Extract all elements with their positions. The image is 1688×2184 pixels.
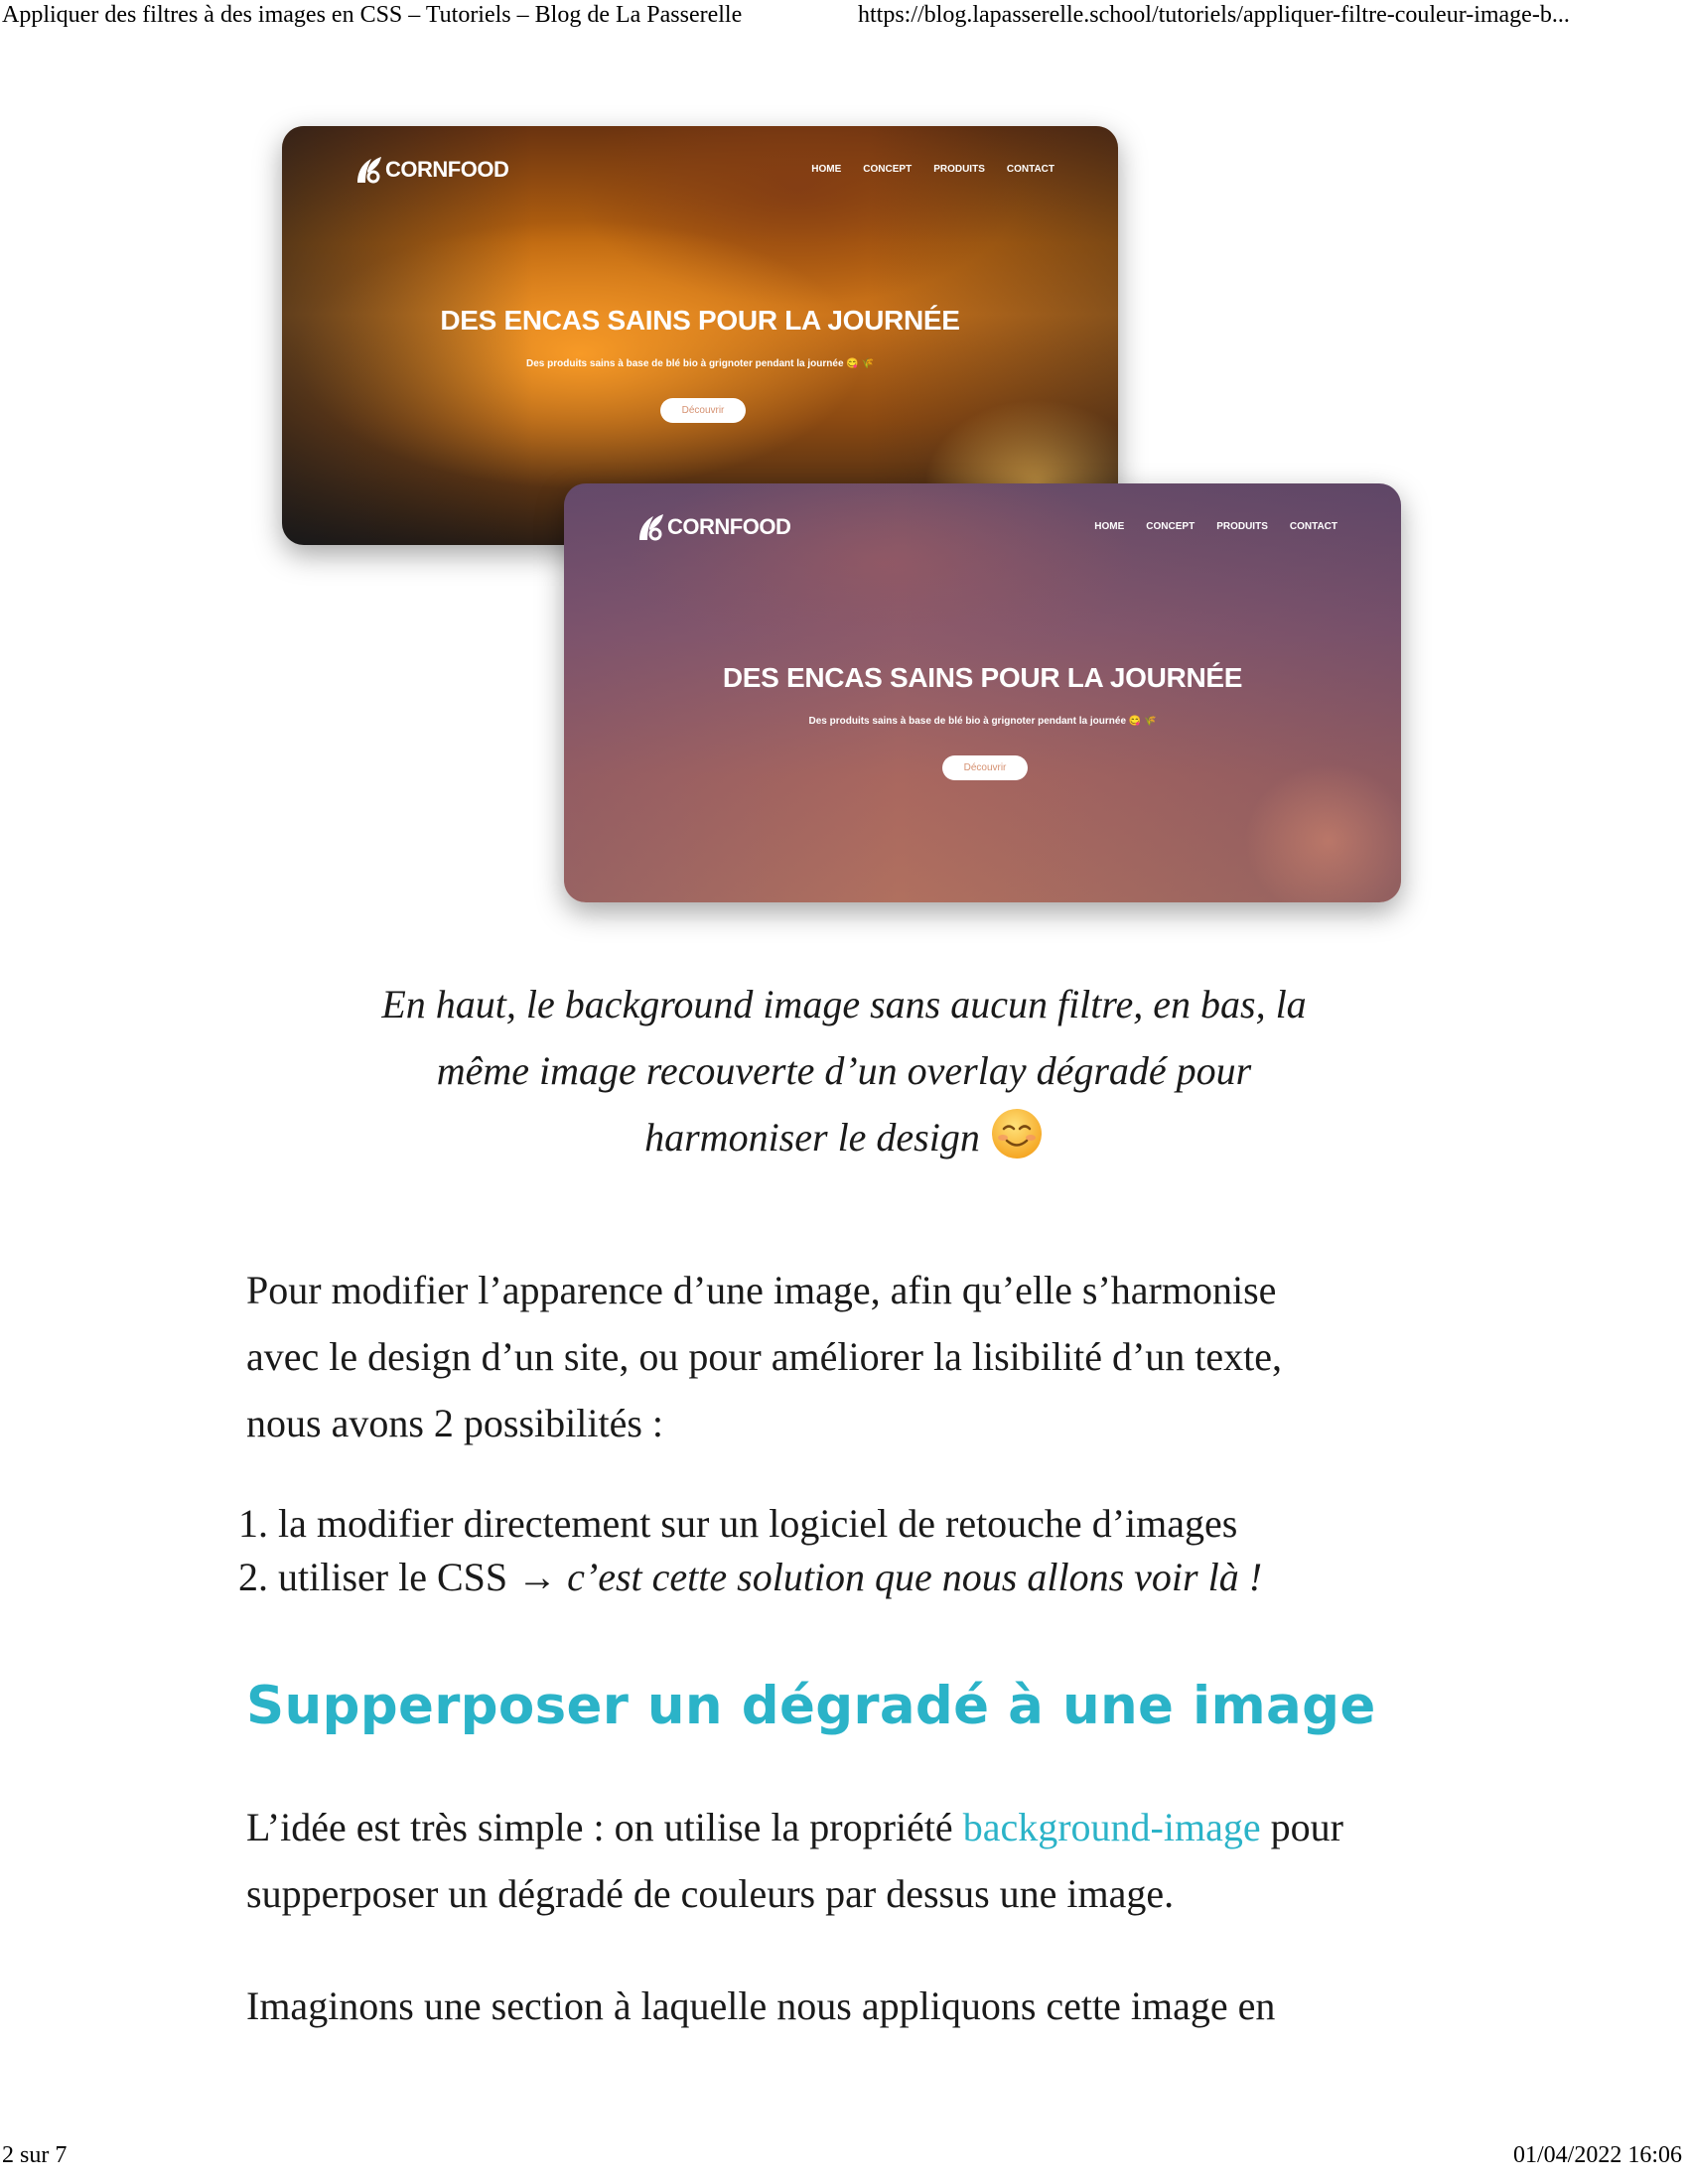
page-number: 2 sur 7 [2, 2142, 68, 2168]
background-image-link[interactable]: background-image [963, 1805, 1261, 1849]
nav-produits[interactable]: PRODUITS [1216, 521, 1268, 532]
list-number: 2. [238, 1555, 268, 1599]
nav-home[interactable]: HOME [811, 164, 841, 175]
screenshot-with-overlay: CORNFOOD HOME CONCEPT PRODUITS CONTACT D… [564, 483, 1401, 902]
print-header-title: Appliquer des filtres à des images en CS… [2, 2, 743, 28]
wheat-leaf-icon [357, 157, 381, 184]
nav-produits[interactable]: PRODUITS [933, 164, 985, 175]
figure-caption: En haut, le background image sans aucun … [338, 971, 1350, 1170]
hero-title: DES ENCAS SAINS POUR LA JOURNÉE [722, 662, 1243, 693]
nav-concept[interactable]: CONCEPT [1146, 521, 1195, 532]
decouvrir-button[interactable]: Découvrir [660, 398, 746, 423]
logo-text: CORNFOOD [385, 157, 509, 182]
nav-concept[interactable]: CONCEPT [863, 164, 912, 175]
print-header: Appliquer des filtres à des images en CS… [0, 2, 1688, 38]
cornfood-logo: CORNFOOD [635, 505, 791, 549]
nav-home[interactable]: HOME [1094, 521, 1124, 532]
text-line: L’idée est très simple : on utilise la p… [246, 1794, 1458, 1860]
hero-subtitle: Des produits sains à base de blé bio à g… [808, 716, 1157, 727]
section-heading: Supperposer un dégradé à une image [246, 1676, 1376, 1736]
list-text: la modifier directement sur un logiciel … [278, 1501, 1238, 1546]
intro-paragraph: Pour modifier l’apparence d’une image, a… [246, 1257, 1458, 1456]
caption-line-last: harmoniser le design [338, 1104, 1350, 1170]
screenshot-original: CORNFOOD HOME CONCEPT PRODUITS CONTACT D… [282, 126, 1118, 545]
text-segment: pour [1260, 1805, 1343, 1849]
decouvrir-button[interactable]: Découvrir [942, 755, 1028, 780]
list-text: utiliser le CSS → [278, 1555, 568, 1599]
list-number: 1. [238, 1501, 268, 1546]
print-date: 01/04/2022 16:06 [1512, 2142, 1682, 2168]
caption-line: même image recouverte d’un overlay dégra… [436, 1048, 1252, 1093]
hero-title: DES ENCAS SAINS POUR LA JOURNÉE [440, 305, 960, 336]
wheat-leaf-icon [639, 514, 663, 541]
site-nav: HOME CONCEPT PRODUITS CONTACT [1094, 521, 1337, 532]
list-item: 1. la modifier directement sur un logicie… [238, 1497, 1430, 1551]
cornfood-logo: CORNFOOD [353, 148, 509, 192]
nav-contact[interactable]: CONTACT [1007, 164, 1055, 175]
print-footer: 2 sur 7 01/04/2022 16:06 [0, 2142, 1688, 2178]
smiling-face-emoji-icon [991, 1109, 1042, 1159]
text-line: supperposer un dégradé de couleurs par d… [246, 1871, 1175, 1916]
text-line: nous avons 2 possibilités : [246, 1401, 664, 1445]
caption-line: harmoniser le design [644, 1115, 980, 1160]
text-line: avec le design d’un site, ou pour amélio… [246, 1334, 1283, 1379]
site-nav: HOME CONCEPT PRODUITS CONTACT [811, 164, 1055, 175]
hero-subtitle: Des produits sains à base de blé bio à g… [526, 358, 874, 369]
nav-contact[interactable]: CONTACT [1290, 521, 1337, 532]
logo-text: CORNFOOD [667, 514, 791, 539]
text-segment: L’idée est très simple : on utilise la p… [246, 1805, 963, 1849]
list-emphasis: c’est cette solution que nous allons voi… [567, 1555, 1263, 1599]
print-header-url: https://blog.lapasserelle.school/tutorie… [858, 2, 1570, 28]
options-list: 1. la modifier directement sur un logicie… [238, 1497, 1430, 1604]
caption-line: En haut, le background image sans aucun … [381, 982, 1307, 1026]
text-line: Pour modifier l’apparence d’une image, a… [246, 1268, 1277, 1312]
section-paragraph: L’idée est très simple : on utilise la p… [246, 1794, 1458, 1927]
list-item: 2. utiliser le CSS → c’est cette solution… [238, 1551, 1430, 1604]
next-paragraph: Imaginons une section à laquelle nous ap… [246, 1983, 1276, 2028]
